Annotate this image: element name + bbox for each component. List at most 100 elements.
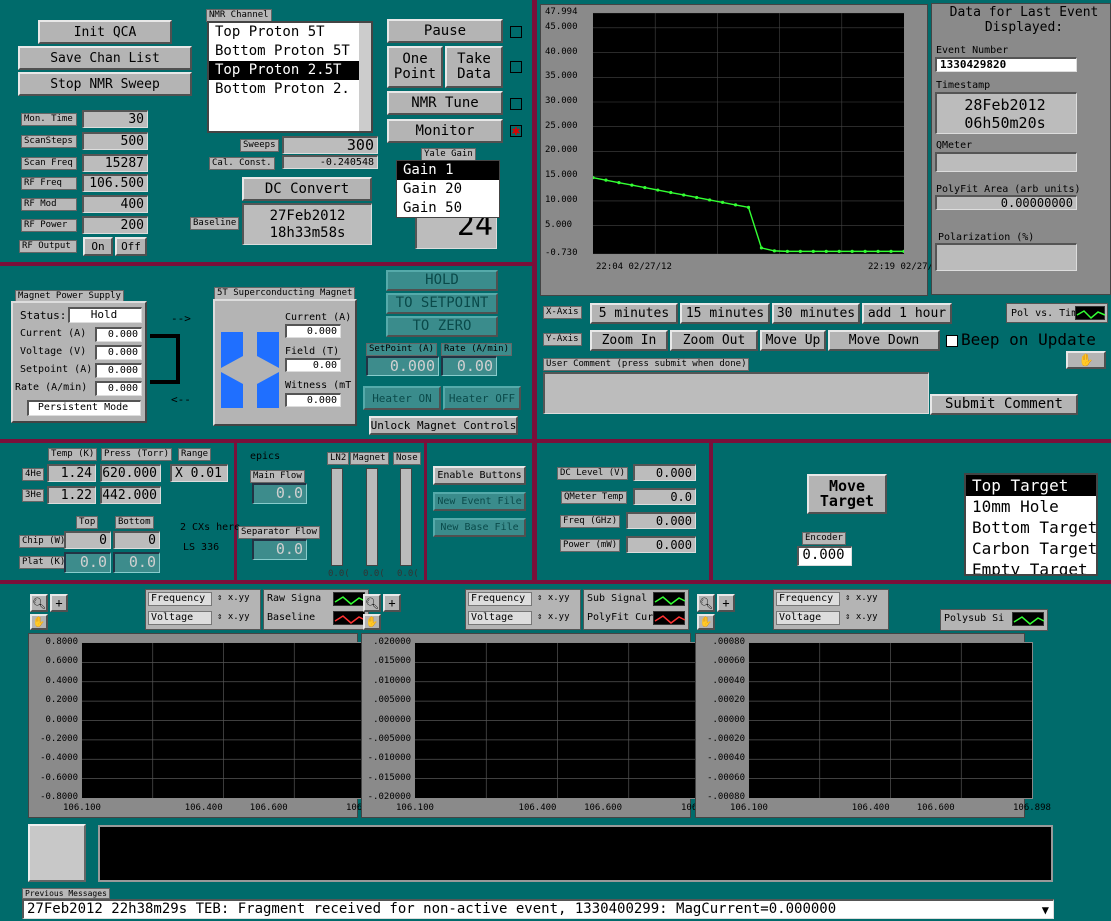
x-5min-button[interactable]: 5 minutes xyxy=(590,303,678,324)
scan-steps-field[interactable]: 500 xyxy=(82,132,148,150)
axis-format-icon[interactable]: ⇕ x.yy xyxy=(845,611,878,623)
stop-nmr-sweep-button[interactable]: Stop NMR Sweep xyxy=(18,72,192,96)
list-item[interactable]: Bottom Target xyxy=(966,517,1096,538)
message-display xyxy=(98,825,1053,882)
legend-label: Raw Signa xyxy=(267,593,322,604)
heater-off-button[interactable]: Heater OFF xyxy=(443,386,521,410)
rf-off-button[interactable]: Off xyxy=(115,237,147,256)
init-qca-button[interactable]: Init QCA xyxy=(38,20,172,44)
zoom-icon[interactable]: 🔍︎ xyxy=(697,594,715,612)
hand-icon[interactable]: ✋ xyxy=(697,614,715,630)
submit-comment-button[interactable]: Submit Comment xyxy=(930,394,1078,415)
x-15min-button[interactable]: 15 minutes xyxy=(680,303,770,324)
scrollbar[interactable] xyxy=(359,23,371,131)
ps-voltage-label: Voltage (V) xyxy=(20,346,87,357)
list-item[interactable]: Gain 1 xyxy=(397,161,499,180)
plus-icon[interactable]: + xyxy=(717,594,735,612)
target-list[interactable]: Top Target 10mm Hole Bottom Target Carbo… xyxy=(964,473,1098,576)
rf-mod-field[interactable]: 400 xyxy=(82,195,148,213)
to-zero-button[interactable]: TO ZERO xyxy=(386,316,498,337)
legend-label: Sub Signal xyxy=(587,593,648,604)
ps-rate-label: Rate (A/min) xyxy=(15,382,88,393)
save-chan-list-button[interactable]: Save Chan List xyxy=(18,46,192,70)
rf-power-field[interactable]: 200 xyxy=(82,216,148,234)
dc-convert-button[interactable]: DC Convert xyxy=(242,177,372,201)
one-point-button[interactable]: One Point xyxy=(387,46,443,88)
pause-button[interactable]: Pause xyxy=(387,19,503,43)
x-add-hour-button[interactable]: add 1 hour xyxy=(862,303,952,324)
chip-bottom-field[interactable]: 0 xyxy=(113,531,160,549)
ps-rate-field: 0.000 xyxy=(95,381,142,396)
range-field[interactable]: X 0.01 xyxy=(170,464,228,482)
unlock-magnet-button[interactable]: Unlock Magnet Controls xyxy=(369,416,518,435)
nmr-channel-list[interactable]: Top Proton 5T Bottom Proton 5T Top Proto… xyxy=(207,21,373,133)
y-axis-label: Y-Axis xyxy=(543,333,582,346)
dc-level-field: 0.000 xyxy=(633,464,696,481)
list-item[interactable]: Empty Target xyxy=(966,559,1096,574)
new-event-file-button[interactable]: New Event File xyxy=(433,492,526,511)
plus-icon[interactable]: + xyxy=(50,594,68,612)
hold-button[interactable]: HOLD xyxy=(386,270,498,291)
signal-ytick: 0.0000 xyxy=(45,714,78,725)
chevron-down-icon[interactable]: ▼ xyxy=(1042,902,1049,918)
move-down-button[interactable]: Move Down xyxy=(828,330,940,351)
signal-xtick: 106.100 xyxy=(396,803,434,813)
list-item[interactable]: Top Target xyxy=(966,475,1096,496)
rf-freq-field[interactable]: 106.500 xyxy=(82,174,148,192)
new-base-file-button[interactable]: New Base File xyxy=(433,518,526,537)
sweeps-field[interactable]: 300 xyxy=(282,136,378,154)
previous-messages-select[interactable]: 27Feb2012 22h38m29s TEB: Fragment receiv… xyxy=(22,899,1054,919)
chip-top-field[interactable]: 0 xyxy=(64,531,111,549)
axis-format-icon[interactable]: ⇕ x.yy xyxy=(217,611,250,623)
hand-icon[interactable]: ✋ xyxy=(363,614,381,630)
temp-label: Temp (K) xyxy=(48,448,98,461)
axis-format-icon[interactable]: ⇕ x.yy xyxy=(537,611,570,623)
hand-icon[interactable]: ✋ xyxy=(30,614,48,630)
move-up-button[interactable]: Move Up xyxy=(760,330,826,351)
list-item[interactable]: Top Proton 2.5T xyxy=(209,61,371,80)
rf-on-button[interactable]: On xyxy=(83,237,113,256)
x-30min-button[interactable]: 30 minutes xyxy=(772,303,860,324)
monitor-button[interactable]: Monitor xyxy=(387,119,503,143)
pol-chart-ytick: 10.000 xyxy=(545,194,578,205)
beep-checkbox[interactable] xyxy=(946,335,958,347)
zoom-in-button[interactable]: Zoom In xyxy=(590,330,668,351)
enable-buttons-button[interactable]: Enable Buttons xyxy=(433,466,526,485)
list-item[interactable]: Bottom Proton 5T xyxy=(209,42,371,61)
list-item[interactable]: Top Proton 5T xyxy=(209,23,371,42)
zoom-icon[interactable]: 🔍︎ xyxy=(363,594,381,612)
signal-ytick: -0.8000 xyxy=(40,792,78,802)
mon-time-field[interactable]: 30 xyxy=(82,110,148,128)
he3-label: 3He xyxy=(22,489,45,502)
hand-tool-icon[interactable]: ✋ xyxy=(1066,351,1106,369)
user-comment-input[interactable] xyxy=(543,372,929,414)
list-item[interactable]: 10mm Hole xyxy=(966,496,1096,517)
list-item[interactable]: Gain 20 xyxy=(397,180,499,199)
signal-ytick: .00040 xyxy=(712,675,745,686)
setpoint-field[interactable]: 0.000 xyxy=(366,356,439,376)
scan-freq-field[interactable]: 15287 xyxy=(82,154,148,172)
to-setpoint-button[interactable]: TO SETPOINT xyxy=(386,293,498,314)
list-item[interactable]: Carbon Target xyxy=(966,538,1096,559)
axis-format-icon[interactable]: ⇕ x.yy xyxy=(537,592,570,604)
magnet-level-value: 0.0( xyxy=(363,569,385,579)
tune-led xyxy=(510,98,522,110)
plus-icon[interactable]: + xyxy=(383,594,401,612)
axis-format-icon[interactable]: ⇕ x.yy xyxy=(217,592,250,604)
move-target-button[interactable]: Move Target xyxy=(807,474,887,514)
axis-format-icon[interactable]: ⇕ x.yy xyxy=(845,592,878,604)
nmr-tune-button[interactable]: NMR Tune xyxy=(387,91,503,115)
axis-item-label: Frequency xyxy=(776,592,840,606)
legend-swatch xyxy=(333,592,366,606)
list-item[interactable]: Bottom Proton 2. xyxy=(209,80,371,99)
heater-on-button[interactable]: Heater ON xyxy=(363,386,441,410)
signal-ytick: -0.6000 xyxy=(40,772,78,783)
rate-field[interactable]: 0.00 xyxy=(441,356,497,376)
cal-const-field[interactable]: -0.240548 xyxy=(282,155,378,169)
take-data-button[interactable]: Take Data xyxy=(445,46,503,88)
list-item[interactable]: Gain 50 xyxy=(397,199,499,217)
zoom-out-button[interactable]: Zoom Out xyxy=(670,330,758,351)
divider-v-4 xyxy=(709,443,713,580)
yale-gain-list[interactable]: Gain 1 Gain 20 Gain 50 xyxy=(396,160,500,218)
zoom-icon[interactable]: 🔍︎ xyxy=(30,594,48,612)
